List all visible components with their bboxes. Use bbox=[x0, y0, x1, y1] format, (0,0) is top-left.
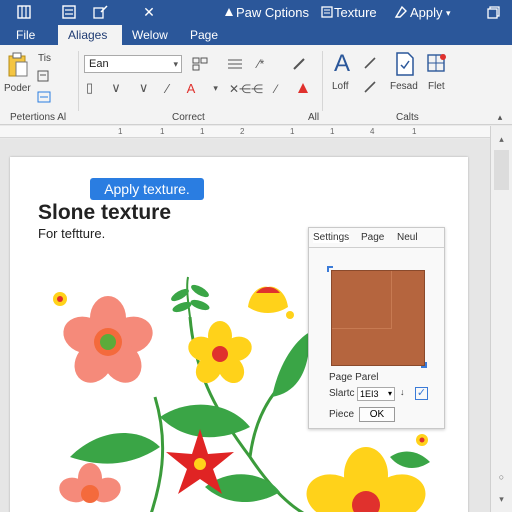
ribbon: Poder Tis Petertions Al Ean ▾ ▯ ∨ ∨ ⁄ A … bbox=[0, 45, 512, 125]
options-menu[interactable]: Paw Cptions bbox=[236, 5, 309, 20]
restore-icon[interactable] bbox=[484, 3, 502, 21]
document-icon[interactable] bbox=[394, 51, 416, 77]
format-icon[interactable] bbox=[36, 90, 52, 104]
scroll-up-icon[interactable]: ▴ bbox=[494, 132, 509, 146]
ribbon-separator bbox=[322, 51, 323, 111]
ruler-mark: 1 bbox=[330, 127, 335, 136]
tis-label[interactable]: Tis bbox=[38, 53, 51, 64]
document-page[interactable]: Apply texture. Slone texture For tefttur… bbox=[10, 157, 468, 512]
group-label-correct: Correct bbox=[172, 112, 205, 123]
ruler-mark: 4 bbox=[370, 127, 375, 136]
group-label-left: Petertions Al bbox=[10, 112, 67, 123]
border-icon[interactable]: ▯ bbox=[86, 80, 93, 96]
columns-icon[interactable] bbox=[15, 3, 33, 21]
ruler-mark: 1 bbox=[160, 127, 165, 136]
text-color-icon[interactable] bbox=[294, 79, 312, 97]
size-field[interactable]: 1EI3 ▾ bbox=[357, 387, 395, 401]
font-name-value: Ean bbox=[89, 58, 109, 70]
table-icon[interactable] bbox=[426, 53, 448, 75]
ribbon-separator bbox=[78, 51, 79, 111]
pen-icon[interactable] bbox=[362, 79, 378, 95]
panel-tab-page[interactable]: Page bbox=[361, 232, 384, 243]
panel-tab-neul[interactable]: Neul bbox=[397, 232, 418, 243]
ribbon-tabs: File Aliages Welow Page bbox=[0, 25, 512, 45]
place-label: Piece bbox=[329, 409, 355, 420]
edit-icon[interactable] bbox=[92, 3, 110, 21]
chevron-down-icon[interactable]: ▾ bbox=[213, 83, 218, 94]
ruler-mark: 1 bbox=[412, 127, 417, 136]
clear-icon[interactable]: ✕⋲⋲ bbox=[226, 81, 266, 97]
tab-aliages[interactable]: Aliages bbox=[58, 25, 122, 45]
flet-label[interactable]: Flet bbox=[428, 81, 445, 92]
title-bar: ✕ Paw Cptions Texture Apply ▾ bbox=[0, 0, 512, 25]
font-tools-row[interactable]: ▯ ∨ ∨ ⁄ A ▾ bbox=[86, 79, 218, 97]
size-label: Slartc bbox=[329, 388, 355, 399]
highlight-icon[interactable]: ⁄ bbox=[268, 81, 284, 97]
strike-icon[interactable]: ⁄ bbox=[166, 81, 168, 96]
tab-file[interactable]: File bbox=[6, 25, 45, 45]
size-value: 1EI3 bbox=[360, 389, 379, 399]
paste-icon[interactable] bbox=[6, 51, 30, 79]
pen-icon[interactable] bbox=[362, 55, 378, 71]
script-icon[interactable]: ⁄* bbox=[252, 57, 270, 71]
document-area: Apply texture. Slone texture For tefttur… bbox=[0, 139, 490, 512]
tab-page[interactable]: Page bbox=[180, 25, 228, 45]
texture-inner-frame bbox=[332, 271, 392, 329]
arrow-down-icon[interactable]: ↓ bbox=[400, 387, 405, 397]
align-icon[interactable] bbox=[226, 57, 244, 71]
font-style-icon[interactable]: A bbox=[330, 50, 354, 77]
save-icon[interactable] bbox=[60, 3, 78, 21]
ruler-mark: 1 bbox=[200, 127, 205, 136]
checkmark-icon[interactable]: ∨ bbox=[139, 80, 149, 96]
ok-button[interactable]: OK bbox=[359, 407, 395, 422]
apply-menu[interactable]: Apply bbox=[410, 5, 443, 20]
ruler-mark: 2 bbox=[240, 127, 245, 136]
paste-label[interactable]: Poder bbox=[4, 83, 31, 94]
scroll-down-icon[interactable]: ▾ bbox=[494, 492, 509, 506]
pencil-icon[interactable] bbox=[290, 55, 308, 73]
fesad-label[interactable]: Fesad bbox=[390, 81, 418, 92]
scroll-thumb[interactable] bbox=[494, 150, 509, 190]
apply-dropdown-icon[interactable]: ▾ bbox=[446, 8, 451, 19]
ruler-mark: 1 bbox=[118, 127, 123, 136]
group-label-cells: Calts bbox=[396, 112, 419, 123]
vertical-scrollbar[interactable]: ▴ ○ ▾ bbox=[490, 126, 512, 512]
ruler-mark: 1 bbox=[290, 127, 295, 136]
ruler: 1 1 1 2 1 1 4 1 bbox=[0, 126, 490, 138]
panel-tabs: Settings Page Neul bbox=[309, 228, 444, 248]
tab-welow[interactable]: Welow bbox=[122, 25, 178, 45]
close-icon[interactable]: ✕ bbox=[140, 3, 158, 21]
scroll-settings-icon[interactable]: ○ bbox=[494, 470, 509, 484]
checkmark-icon[interactable]: ∨ bbox=[111, 80, 121, 96]
crop-handle-icon[interactable] bbox=[421, 362, 427, 368]
loff-label[interactable]: Loff bbox=[332, 81, 349, 92]
texture-menu[interactable]: Texture bbox=[334, 5, 377, 20]
texture-swatch[interactable] bbox=[331, 270, 425, 366]
group-label-all: All bbox=[308, 112, 320, 123]
clipboard-icon[interactable] bbox=[36, 69, 52, 83]
collapse-ribbon-icon[interactable]: ▴ bbox=[494, 111, 506, 123]
apply-icon bbox=[392, 3, 410, 21]
font-color-icon[interactable]: A bbox=[187, 81, 196, 96]
checkbox-checked[interactable]: ✓ bbox=[415, 387, 428, 400]
chevron-down-icon[interactable]: ▾ bbox=[388, 388, 392, 400]
grid-icon[interactable] bbox=[190, 55, 214, 73]
page-panel-label: Page Parel bbox=[329, 372, 379, 383]
texture-settings-panel: Settings Page Neul Page Parel Slartc 1EI… bbox=[308, 227, 445, 429]
font-name-field[interactable]: Ean ▾ bbox=[84, 55, 182, 73]
panel-tab-settings[interactable]: Settings bbox=[313, 232, 350, 243]
chevron-down-icon[interactable]: ▾ bbox=[173, 56, 178, 72]
